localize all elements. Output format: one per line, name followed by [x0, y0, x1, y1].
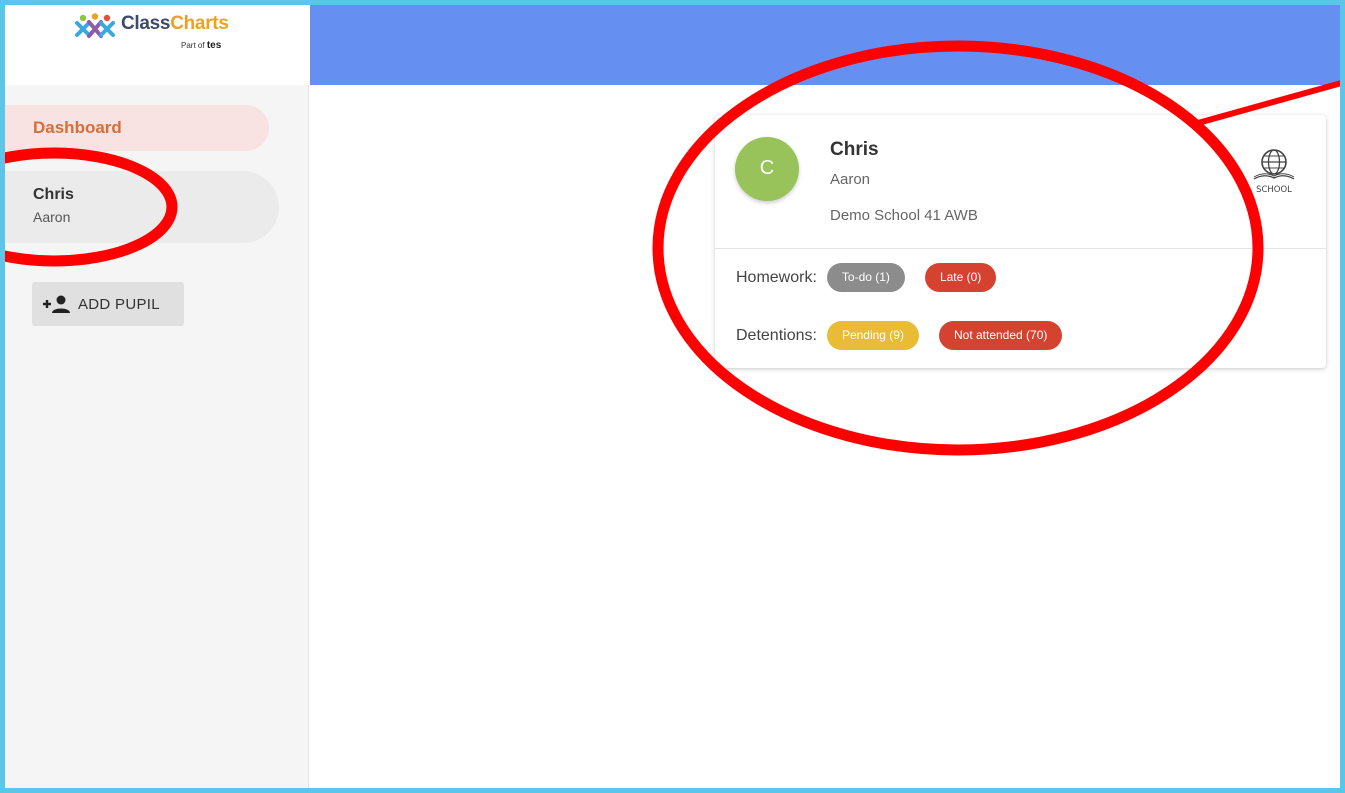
detentions-pending-badge[interactable]: Pending (9)	[826, 321, 919, 350]
logo-tagline-prefix: Part of	[181, 41, 205, 50]
logo-tagline-brand: tes	[206, 40, 222, 51]
logo-area: ClassCharts Part of tes	[5, 5, 309, 85]
detentions-not-attended-badge[interactable]: Not attended (70)	[938, 321, 1063, 350]
pupil-first-name: Chris	[830, 139, 879, 160]
classcharts-people-icon	[75, 13, 115, 38]
logo-wordmark: ClassCharts	[121, 13, 229, 35]
sidebar: ClassCharts Part of tes Dashboard Chris …	[5, 5, 309, 788]
logo-wordmark-class: Class	[121, 13, 171, 34]
detentions-label: Detentions:	[736, 326, 817, 344]
pupil-school-name: Demo School 41 AWB	[830, 207, 978, 224]
school-logo-text: SCHOOL	[1256, 185, 1292, 195]
classcharts-logo[interactable]: ClassCharts Part of tes	[75, 11, 255, 51]
sidebar-pupil-first-name: Chris	[33, 186, 74, 203]
homework-label: Homework:	[736, 268, 817, 286]
logo-tagline: Part of tes	[181, 40, 221, 51]
sidebar-pupil-last-name: Aaron	[33, 209, 71, 225]
person-add-icon	[43, 295, 70, 313]
sidebar-item-dashboard-label: Dashboard	[33, 118, 122, 137]
homework-row: Homework: To-do (1) Late (0)	[736, 263, 997, 292]
pupil-last-name: Aaron	[830, 171, 871, 188]
sidebar-item-dashboard[interactable]: Dashboard	[5, 105, 269, 151]
detentions-row: Detentions: Pending (9) Not attended (70…	[736, 321, 1063, 350]
card-divider	[715, 248, 1326, 249]
add-pupil-button[interactable]: ADD PUPIL	[32, 282, 184, 326]
sidebar-item-pupil[interactable]: Chris Aaron	[5, 171, 279, 243]
homework-todo-badge[interactable]: To-do (1)	[826, 263, 905, 292]
add-pupil-label: ADD PUPIL	[78, 295, 160, 313]
pupil-card[interactable]: C Chris Aaron Demo School 41 AWB SCHOOL …	[715, 115, 1326, 368]
avatar: C	[735, 137, 799, 201]
globe-book-icon: SCHOOL	[1253, 149, 1295, 195]
logo-wordmark-charts: Charts	[170, 13, 229, 34]
homework-late-badge[interactable]: Late (0)	[924, 263, 997, 292]
top-bar	[310, 5, 1340, 85]
